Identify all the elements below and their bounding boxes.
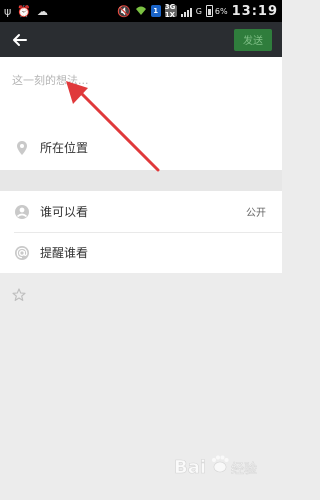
alarm-icon: ⏰ xyxy=(17,4,31,18)
arrow-left-icon xyxy=(13,33,27,46)
battery-indicator: 6% xyxy=(205,5,228,17)
signal-icon xyxy=(180,6,192,17)
battery-percent: 6% xyxy=(214,6,228,16)
mute-icon: 🔇 xyxy=(117,4,131,18)
network-icon: 3G 1X xyxy=(164,3,177,19)
app-header: 发送 xyxy=(0,22,282,57)
lower-area xyxy=(0,273,282,500)
section-gap xyxy=(0,170,282,191)
privacy-group: 谁可以看 公开 提醒谁看 xyxy=(0,191,282,273)
visibility-value: 公开 xyxy=(246,208,266,219)
weather-icon: ☁ xyxy=(36,4,48,18)
battery-icon xyxy=(205,5,213,17)
status-bar: ψ ⏰ ☁ 🔇 1 3G 1X G 6% 13:19 xyxy=(0,0,282,22)
location-pin-icon xyxy=(17,140,27,155)
moment-text-input[interactable] xyxy=(12,65,270,95)
star-icon xyxy=(12,288,26,301)
sim-icon: 1 xyxy=(150,5,161,17)
person-icon xyxy=(15,204,29,219)
status-right-icons: 🔇 1 3G 1X G 6% 13:19 xyxy=(117,3,278,19)
usb-icon: ψ xyxy=(4,4,12,18)
visibility-row[interactable]: 谁可以看 公开 xyxy=(0,191,282,232)
location-row[interactable]: 所在位置 xyxy=(0,125,282,170)
status-time: 13:19 xyxy=(231,3,278,19)
remind-row[interactable]: 提醒谁看 xyxy=(0,232,282,273)
status-left-icons: ψ ⏰ ☁ xyxy=(4,6,48,17)
location-label: 所在位置 xyxy=(40,141,89,155)
g-label: G xyxy=(195,6,202,16)
visibility-label: 谁可以看 xyxy=(40,205,89,219)
star-button[interactable] xyxy=(10,286,28,304)
wifi-icon xyxy=(135,5,147,18)
at-icon xyxy=(15,245,29,260)
back-button[interactable] xyxy=(10,30,30,50)
send-button[interactable]: 发送 xyxy=(234,28,272,51)
remind-label: 提醒谁看 xyxy=(40,246,89,260)
